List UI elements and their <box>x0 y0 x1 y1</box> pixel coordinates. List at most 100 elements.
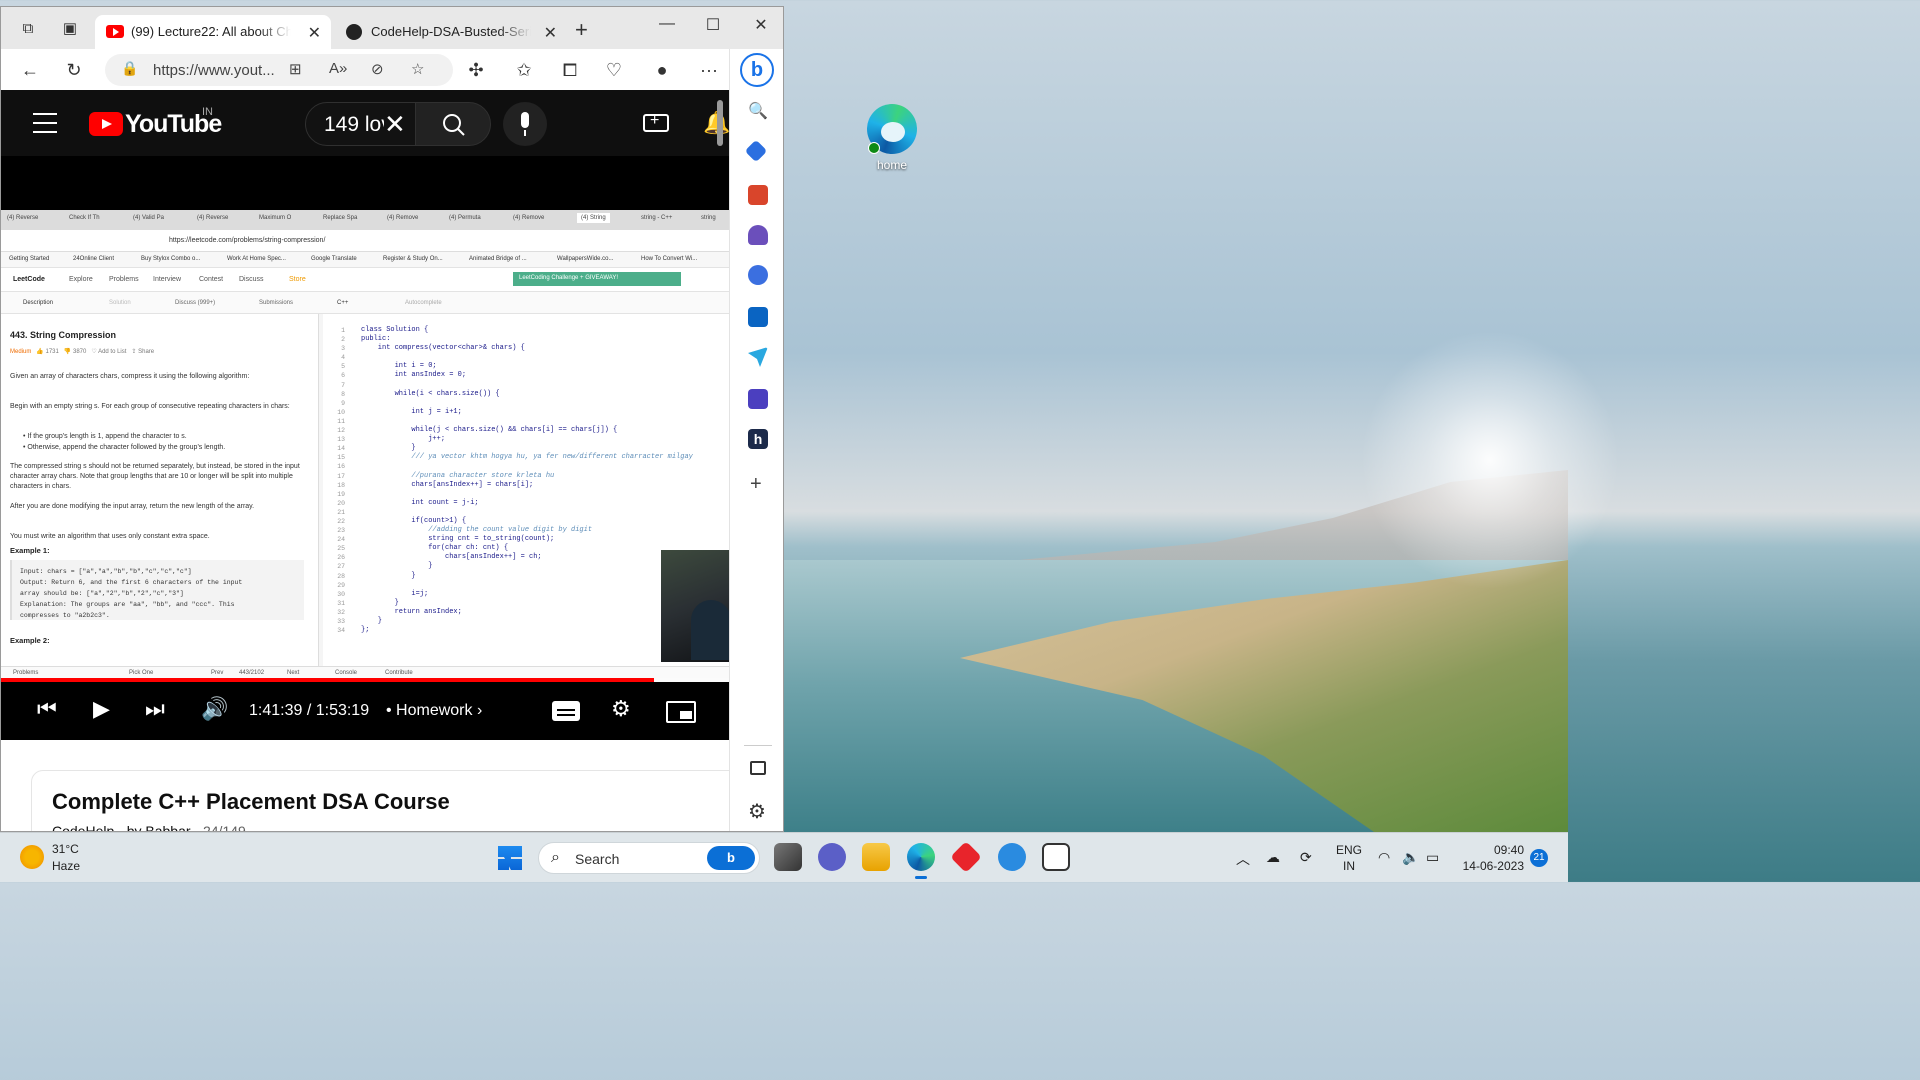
youtube-logo-icon[interactable] <box>89 112 123 136</box>
playlist-card[interactable]: Complete C++ Placement DSA Course CodeHe… <box>31 770 729 831</box>
sidebar-search-icon[interactable]: 🔍 <box>748 101 768 121</box>
tab-actions-icon[interactable]: ▣ <box>61 21 79 37</box>
refresh-icon[interactable]: ↻ <box>63 59 85 81</box>
miniplayer-icon[interactable] <box>666 701 696 723</box>
subtitles-icon[interactable] <box>552 701 580 721</box>
chapter-button[interactable]: • Homework › <box>386 702 482 720</box>
games-icon[interactable] <box>748 225 768 245</box>
task-view-icon[interactable] <box>774 843 802 871</box>
line-number: 6 <box>341 372 345 380</box>
clock[interactable]: 09:40 14-06-2023 <box>1456 842 1524 874</box>
play-icon[interactable]: ▶ <box>93 696 110 722</box>
taskbar-search[interactable]: ⌕ Search b <box>538 842 760 874</box>
desc-bullet: • If the group's length is 1, append the… <box>23 433 187 440</box>
page-scrollbar[interactable] <box>717 100 723 146</box>
wifi-icon[interactable]: ◠ <box>1378 849 1390 866</box>
get-help-icon[interactable] <box>998 843 1026 871</box>
close-tab-icon[interactable]: ✕ <box>544 23 557 43</box>
edge-taskbar-icon[interactable] <box>907 843 935 879</box>
more-options-icon[interactable]: ··· <box>698 59 720 81</box>
notification-badge[interactable]: 21 <box>1530 849 1548 867</box>
extensions-icon[interactable]: ✣ <box>465 59 487 81</box>
outlook-icon[interactable] <box>748 307 768 327</box>
video-tab: (4) Remove <box>387 215 419 221</box>
show-hidden-icons[interactable]: ︿ <box>1236 849 1250 869</box>
app-available-icon[interactable]: ⊞ <box>289 60 302 78</box>
hide-sidebar-icon[interactable] <box>750 761 766 775</box>
favorites-icon[interactable]: ✩ <box>513 59 535 81</box>
share: Share <box>138 349 155 355</box>
profile-avatar-icon[interactable]: ● <box>651 59 673 81</box>
temperature[interactable]: 31°C <box>52 842 79 856</box>
leetcode-logo: LeetCode <box>13 276 45 283</box>
hashnode-icon[interactable]: h <box>748 429 768 449</box>
read-aloud-icon[interactable]: A» <box>329 60 347 77</box>
tracking-prevention-icon[interactable]: ⊘ <box>371 60 384 78</box>
playlist-title[interactable]: Complete C++ Placement DSA Course <box>52 789 450 815</box>
example-heading: Example 1: <box>10 546 50 555</box>
notifications-bell-icon[interactable]: 🔔 <box>703 110 729 136</box>
bing-chat-icon[interactable]: b <box>740 53 774 87</box>
anydesk-icon[interactable] <box>950 841 982 873</box>
back-icon[interactable]: ← <box>19 59 41 81</box>
file-explorer-icon[interactable] <box>862 843 890 871</box>
desktop-icon-home[interactable]: home <box>862 104 922 172</box>
code-line: //purana character store krleta hu <box>361 471 555 480</box>
teams-chat-icon[interactable] <box>818 843 846 871</box>
weather-sun-icon[interactable] <box>20 845 44 869</box>
bookmark: Google Translate <box>311 256 357 262</box>
code-line: } <box>361 562 433 571</box>
onedrive-cloud-icon[interactable]: ☁ <box>1266 849 1280 866</box>
tab-bar: ⧉ ▣ (99) Lecture22: All about Char Array… <box>1 7 783 49</box>
chapter-title[interactable]: Homework <box>396 702 472 719</box>
console-button: Console <box>335 670 358 676</box>
next-icon[interactable]: ⏭ <box>145 696 165 722</box>
tab-github[interactable]: CodeHelp-DSA-Busted-Series/Lecture022 ✕ <box>335 15 567 49</box>
bing-icon[interactable]: b <box>707 846 755 870</box>
address-bar[interactable]: 🔒 https://www.yout... ⊞ A» ⊘ ☆ <box>105 54 453 86</box>
search-button[interactable] <box>415 102 491 146</box>
start-windows-icon[interactable] <box>498 846 522 870</box>
battery-icon[interactable]: ▭ <box>1426 849 1439 866</box>
sidebar-settings-icon[interactable]: ⚙ <box>748 799 766 824</box>
minimize-icon[interactable]: — <box>657 15 677 33</box>
lock-icon[interactable]: 🔒 <box>121 60 138 77</box>
microsoft365-icon[interactable] <box>748 265 768 285</box>
volume-icon[interactable]: 🔊 <box>201 696 228 722</box>
language-indicator[interactable]: ENG IN <box>1336 842 1362 874</box>
tab-youtube[interactable]: (99) Lecture22: All about Char Arrays ✕ <box>95 15 331 49</box>
maximize-icon[interactable]: ☐ <box>703 15 723 35</box>
voice-search-icon[interactable] <box>503 102 547 146</box>
edge-sidebar: b 🔍 h + ⚙ <box>729 49 783 831</box>
create-video-icon[interactable] <box>643 112 669 132</box>
shopping-tag-icon[interactable] <box>744 139 768 163</box>
tools-briefcase-icon[interactable] <box>748 185 768 205</box>
url-text[interactable]: https://www.yout... <box>153 62 275 79</box>
add-sidebar-app-icon[interactable]: + <box>750 473 762 496</box>
search-query[interactable]: 149 love <box>324 113 384 137</box>
menu-icon[interactable] <box>33 113 57 140</box>
contribute-button: Contribute <box>385 670 413 676</box>
collections-icon[interactable]: ⧠ <box>559 59 581 81</box>
previous-icon[interactable]: ⏮ <box>37 696 57 722</box>
close-window-icon[interactable]: ✕ <box>751 15 771 35</box>
settings-gear-icon[interactable]: ⚙ <box>611 696 631 722</box>
search-input[interactable]: 149 love ✕ <box>305 102 417 146</box>
favorite-star-icon[interactable]: ☆ <box>411 60 424 78</box>
forms-list-icon[interactable] <box>748 389 768 409</box>
line-number: 14 <box>337 445 345 453</box>
weather-condition[interactable]: Haze <box>52 859 80 873</box>
workspaces-icon[interactable]: ⧉ <box>19 21 37 37</box>
drop-send-icon[interactable] <box>748 347 768 367</box>
search-placeholder[interactable]: Search <box>575 851 619 867</box>
channel-name[interactable]: CodeHelp - by Babbar <box>52 823 191 831</box>
browser-essentials-icon[interactable]: ♡ <box>603 59 625 81</box>
sync-icon[interactable]: ⟳ <box>1300 849 1312 866</box>
close-tab-icon[interactable]: ✕ <box>308 23 321 43</box>
new-tab-icon[interactable]: + <box>575 17 588 43</box>
volume-icon[interactable]: 🔈 <box>1402 849 1419 866</box>
line-number: 32 <box>337 608 345 616</box>
clear-search-icon[interactable]: ✕ <box>384 109 406 140</box>
video-player-frame[interactable]: (4) Reverse Check If Th (4) Valid Pa (4)… <box>1 210 729 686</box>
microsoft-store-icon[interactable] <box>1042 843 1070 871</box>
